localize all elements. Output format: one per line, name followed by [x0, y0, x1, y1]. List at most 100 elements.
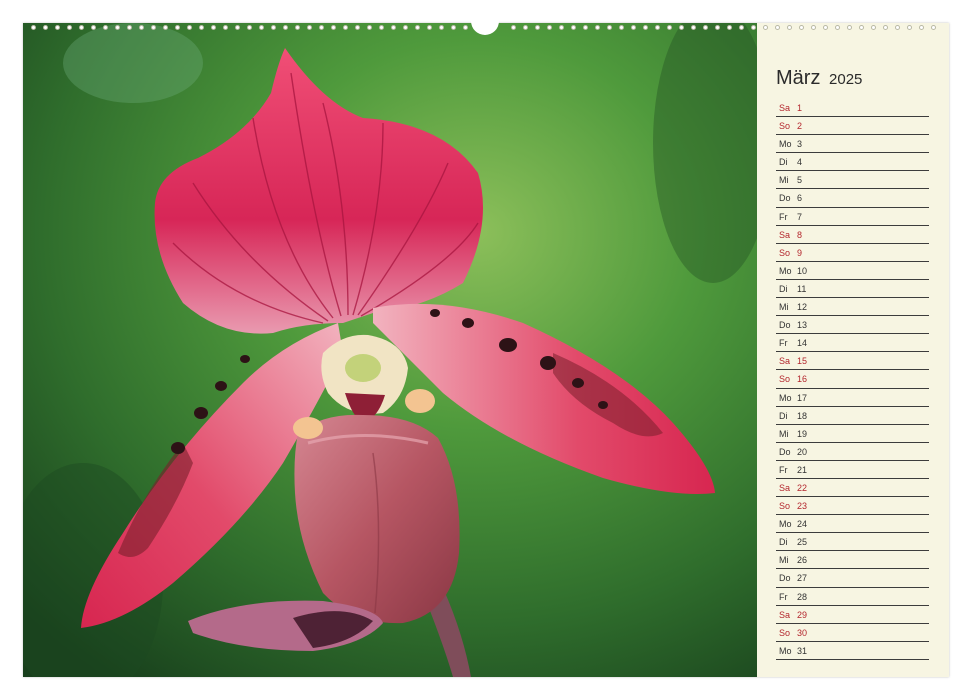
binding-hole: [739, 25, 744, 30]
day-row: Mi 12: [776, 298, 929, 317]
day-number: 11: [797, 283, 807, 294]
month-title: März 2025: [776, 67, 862, 90]
day-number: 12: [797, 302, 808, 313]
weekday-label: Sa: [779, 482, 791, 493]
weekday-label: So: [779, 374, 791, 385]
weekday-label: So: [779, 121, 791, 132]
binding-hole: [439, 25, 444, 30]
binding-hole: [583, 25, 588, 30]
binding-hole: [655, 25, 660, 30]
binding-hole: [91, 25, 96, 30]
binding-hole: [619, 25, 624, 30]
binding-hole: [595, 25, 600, 30]
weekday-label: Di: [779, 410, 788, 421]
weekday-label: Fr: [779, 211, 788, 222]
binding-hole: [295, 25, 300, 30]
binding-hole: [715, 25, 720, 30]
day-row: Mi 19: [776, 425, 929, 443]
weekday-label: Mo: [779, 265, 792, 276]
day-row: Mi 26: [776, 551, 929, 570]
day-row: Di 4: [776, 153, 929, 172]
binding-hole: [415, 25, 420, 30]
day-number: 13: [797, 320, 808, 331]
day-number: 26: [797, 555, 808, 566]
binding-hole: [211, 25, 216, 30]
weekday-label: So: [779, 247, 791, 258]
binding-hole: [175, 25, 180, 30]
day-row: Fr 21: [776, 461, 929, 479]
binding-hole: [139, 25, 144, 30]
binding-hole: [391, 25, 396, 30]
weekday-label: Mi: [779, 175, 789, 186]
binding-hole: [79, 25, 84, 30]
day-number: 20: [797, 446, 808, 457]
day-number: 14: [797, 338, 808, 349]
day-row: Di 18: [776, 407, 929, 425]
binding-hole: [223, 25, 228, 30]
binding-hole: [259, 25, 264, 30]
binding-hole: [31, 25, 36, 30]
day-number: 23: [797, 501, 808, 512]
orchid-illustration: [23, 23, 757, 677]
binding-hole: [607, 25, 612, 30]
day-row: Mo 3: [776, 135, 929, 154]
binding-hole: [631, 25, 636, 30]
weekday-label: Di: [779, 537, 788, 548]
weekday-label: Do: [779, 193, 791, 204]
day-number: 8: [797, 229, 803, 240]
day-number: 30: [797, 627, 808, 638]
day-number: 9: [797, 247, 803, 258]
binding-hole: [343, 25, 348, 30]
binding-hole: [511, 25, 516, 30]
day-list: Sa 1 So 2 Mo 3 Di 4 Mi 5 Do 6 Fr 7 Sa 8 So 9 Mo 10 Di 11 Mi 12 D…: [776, 99, 929, 660]
day-number: 21: [797, 464, 808, 475]
binding-hole: [355, 25, 360, 30]
day-number: 29: [797, 609, 808, 620]
binding-hole: [727, 25, 732, 30]
binding-hole: [55, 25, 60, 30]
day-row: Mi 5: [776, 171, 929, 190]
weekday-label: Sa: [779, 609, 791, 620]
day-row: So 9: [776, 244, 929, 262]
binding-hole: [691, 25, 696, 30]
weekday-label: Di: [779, 283, 788, 294]
weekday-label: Mo: [779, 392, 792, 403]
binding-hole: [103, 25, 108, 30]
weekday-label: Do: [779, 320, 791, 331]
binding-hole: [67, 25, 72, 30]
day-row: So 2: [776, 117, 929, 136]
day-row: So 23: [776, 497, 929, 516]
day-number: 19: [797, 428, 808, 439]
weekday-label: So: [779, 627, 791, 638]
binding-hole: [535, 25, 540, 30]
day-number: 16: [797, 374, 808, 385]
weekday-label: Sa: [779, 103, 791, 113]
day-number: 22: [797, 482, 808, 493]
binding-hole: [271, 25, 276, 30]
day-number: 18: [797, 410, 808, 421]
day-number: 6: [797, 193, 803, 204]
day-row: Di 11: [776, 280, 929, 299]
weekday-label: Fr: [779, 464, 788, 475]
calendar-sidebar: März 2025 Sa 1 So 2 Mo 3 Di 4 Mi 5 Do 6 Fr 7 Sa 8 So 9 Mo 1…: [757, 23, 949, 677]
binding-hole: [403, 25, 408, 30]
day-row: Mo 31: [776, 642, 929, 660]
day-row: Do 13: [776, 316, 929, 335]
day-number: 31: [797, 645, 808, 656]
day-row: Do 6: [776, 189, 929, 208]
day-number: 27: [797, 573, 808, 584]
binding-hole: [751, 25, 756, 30]
day-row: Do 20: [776, 443, 929, 461]
binding-hole: [559, 25, 564, 30]
day-number: 17: [797, 392, 808, 403]
binding-hole: [43, 25, 48, 30]
binding-hole: [679, 25, 684, 30]
binding-hole: [379, 25, 384, 30]
day-row: Mo 10: [776, 262, 929, 280]
binding-hole: [451, 25, 456, 30]
binding-hole: [643, 25, 648, 30]
weekday-label: Di: [779, 157, 788, 168]
day-row: Fr 14: [776, 334, 929, 353]
day-number: 3: [797, 139, 803, 150]
day-number: 4: [797, 157, 803, 168]
